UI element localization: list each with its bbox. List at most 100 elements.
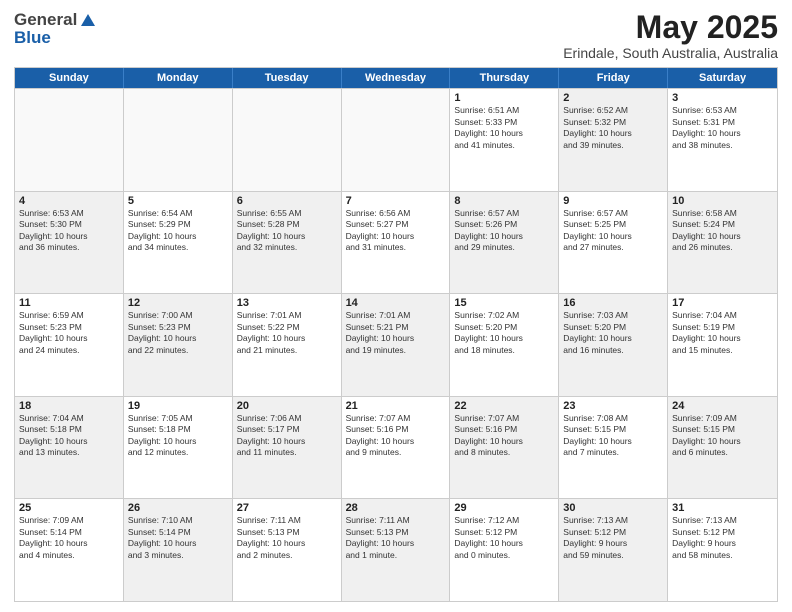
day-info: Sunrise: 6:53 AM Sunset: 5:30 PM Dayligh… [19, 208, 119, 254]
day-number: 16 [563, 297, 663, 309]
day-number: 20 [237, 400, 337, 412]
day-number: 2 [563, 92, 663, 104]
day-number: 23 [563, 400, 663, 412]
day-info: Sunrise: 7:10 AM Sunset: 5:14 PM Dayligh… [128, 515, 228, 561]
day-number: 12 [128, 297, 228, 309]
day-number: 14 [346, 297, 446, 309]
day-cell: 5Sunrise: 6:54 AM Sunset: 5:29 PM Daylig… [124, 192, 233, 294]
day-number: 21 [346, 400, 446, 412]
month-title: May 2025 [563, 10, 778, 45]
day-number: 28 [346, 502, 446, 514]
header: General Blue May 2025 Erindale, South Au… [14, 10, 778, 61]
day-info: Sunrise: 7:04 AM Sunset: 5:19 PM Dayligh… [672, 310, 773, 356]
day-info: Sunrise: 7:07 AM Sunset: 5:16 PM Dayligh… [346, 413, 446, 459]
day-number: 3 [672, 92, 773, 104]
day-number: 7 [346, 195, 446, 207]
day-info: Sunrise: 7:01 AM Sunset: 5:21 PM Dayligh… [346, 310, 446, 356]
week-row-5: 25Sunrise: 7:09 AM Sunset: 5:14 PM Dayli… [15, 498, 777, 601]
day-cell: 21Sunrise: 7:07 AM Sunset: 5:16 PM Dayli… [342, 397, 451, 499]
day-info: Sunrise: 7:03 AM Sunset: 5:20 PM Dayligh… [563, 310, 663, 356]
day-number: 8 [454, 195, 554, 207]
day-number: 10 [672, 195, 773, 207]
day-info: Sunrise: 6:52 AM Sunset: 5:32 PM Dayligh… [563, 105, 663, 151]
day-cell: 18Sunrise: 7:04 AM Sunset: 5:18 PM Dayli… [15, 397, 124, 499]
day-cell: 17Sunrise: 7:04 AM Sunset: 5:19 PM Dayli… [668, 294, 777, 396]
day-number: 17 [672, 297, 773, 309]
day-info: Sunrise: 6:59 AM Sunset: 5:23 PM Dayligh… [19, 310, 119, 356]
day-cell: 15Sunrise: 7:02 AM Sunset: 5:20 PM Dayli… [450, 294, 559, 396]
day-cell: 2Sunrise: 6:52 AM Sunset: 5:32 PM Daylig… [559, 89, 668, 191]
day-info: Sunrise: 6:57 AM Sunset: 5:26 PM Dayligh… [454, 208, 554, 254]
day-number: 29 [454, 502, 554, 514]
day-cell: 13Sunrise: 7:01 AM Sunset: 5:22 PM Dayli… [233, 294, 342, 396]
day-cell: 12Sunrise: 7:00 AM Sunset: 5:23 PM Dayli… [124, 294, 233, 396]
logo: General Blue [14, 10, 97, 48]
day-header-sunday: Sunday [15, 68, 124, 88]
day-info: Sunrise: 7:13 AM Sunset: 5:12 PM Dayligh… [672, 515, 773, 561]
day-cell: 6Sunrise: 6:55 AM Sunset: 5:28 PM Daylig… [233, 192, 342, 294]
day-info: Sunrise: 6:53 AM Sunset: 5:31 PM Dayligh… [672, 105, 773, 151]
day-number: 31 [672, 502, 773, 514]
logo-general-text: General [14, 10, 77, 30]
subtitle: Erindale, South Australia, Australia [563, 45, 778, 61]
page: General Blue May 2025 Erindale, South Au… [0, 0, 792, 612]
logo-icon [79, 12, 97, 30]
calendar: SundayMondayTuesdayWednesdayThursdayFrid… [14, 67, 778, 602]
day-header-friday: Friday [559, 68, 668, 88]
day-cell: 8Sunrise: 6:57 AM Sunset: 5:26 PM Daylig… [450, 192, 559, 294]
day-number: 11 [19, 297, 119, 309]
day-info: Sunrise: 7:11 AM Sunset: 5:13 PM Dayligh… [346, 515, 446, 561]
day-info: Sunrise: 7:07 AM Sunset: 5:16 PM Dayligh… [454, 413, 554, 459]
day-cell: 10Sunrise: 6:58 AM Sunset: 5:24 PM Dayli… [668, 192, 777, 294]
day-number: 27 [237, 502, 337, 514]
day-info: Sunrise: 6:57 AM Sunset: 5:25 PM Dayligh… [563, 208, 663, 254]
day-cell: 14Sunrise: 7:01 AM Sunset: 5:21 PM Dayli… [342, 294, 451, 396]
day-info: Sunrise: 6:58 AM Sunset: 5:24 PM Dayligh… [672, 208, 773, 254]
day-info: Sunrise: 7:09 AM Sunset: 5:14 PM Dayligh… [19, 515, 119, 561]
day-info: Sunrise: 7:02 AM Sunset: 5:20 PM Dayligh… [454, 310, 554, 356]
day-cell: 19Sunrise: 7:05 AM Sunset: 5:18 PM Dayli… [124, 397, 233, 499]
day-cell: 3Sunrise: 6:53 AM Sunset: 5:31 PM Daylig… [668, 89, 777, 191]
day-number: 19 [128, 400, 228, 412]
day-number: 13 [237, 297, 337, 309]
day-info: Sunrise: 7:01 AM Sunset: 5:22 PM Dayligh… [237, 310, 337, 356]
day-info: Sunrise: 7:08 AM Sunset: 5:15 PM Dayligh… [563, 413, 663, 459]
day-number: 30 [563, 502, 663, 514]
day-header-tuesday: Tuesday [233, 68, 342, 88]
day-cell: 27Sunrise: 7:11 AM Sunset: 5:13 PM Dayli… [233, 499, 342, 601]
logo-blue-text: Blue [14, 28, 51, 48]
day-number: 15 [454, 297, 554, 309]
day-cell: 26Sunrise: 7:10 AM Sunset: 5:14 PM Dayli… [124, 499, 233, 601]
day-cell: 31Sunrise: 7:13 AM Sunset: 5:12 PM Dayli… [668, 499, 777, 601]
day-header-monday: Monday [124, 68, 233, 88]
week-row-3: 11Sunrise: 6:59 AM Sunset: 5:23 PM Dayli… [15, 293, 777, 396]
day-cell: 7Sunrise: 6:56 AM Sunset: 5:27 PM Daylig… [342, 192, 451, 294]
day-info: Sunrise: 6:56 AM Sunset: 5:27 PM Dayligh… [346, 208, 446, 254]
day-number: 5 [128, 195, 228, 207]
day-cell [342, 89, 451, 191]
day-cell [15, 89, 124, 191]
week-row-4: 18Sunrise: 7:04 AM Sunset: 5:18 PM Dayli… [15, 396, 777, 499]
day-number: 1 [454, 92, 554, 104]
day-cell: 25Sunrise: 7:09 AM Sunset: 5:14 PM Dayli… [15, 499, 124, 601]
day-info: Sunrise: 6:51 AM Sunset: 5:33 PM Dayligh… [454, 105, 554, 151]
title-block: May 2025 Erindale, South Australia, Aust… [563, 10, 778, 61]
day-info: Sunrise: 7:05 AM Sunset: 5:18 PM Dayligh… [128, 413, 228, 459]
day-cell: 1Sunrise: 6:51 AM Sunset: 5:33 PM Daylig… [450, 89, 559, 191]
day-info: Sunrise: 7:00 AM Sunset: 5:23 PM Dayligh… [128, 310, 228, 356]
day-cell: 9Sunrise: 6:57 AM Sunset: 5:25 PM Daylig… [559, 192, 668, 294]
day-info: Sunrise: 6:54 AM Sunset: 5:29 PM Dayligh… [128, 208, 228, 254]
day-info: Sunrise: 7:06 AM Sunset: 5:17 PM Dayligh… [237, 413, 337, 459]
day-header-saturday: Saturday [668, 68, 777, 88]
day-headers-row: SundayMondayTuesdayWednesdayThursdayFrid… [15, 68, 777, 88]
day-cell: 20Sunrise: 7:06 AM Sunset: 5:17 PM Dayli… [233, 397, 342, 499]
day-cell: 28Sunrise: 7:11 AM Sunset: 5:13 PM Dayli… [342, 499, 451, 601]
day-number: 9 [563, 195, 663, 207]
day-header-thursday: Thursday [450, 68, 559, 88]
day-cell: 4Sunrise: 6:53 AM Sunset: 5:30 PM Daylig… [15, 192, 124, 294]
day-number: 26 [128, 502, 228, 514]
day-cell: 23Sunrise: 7:08 AM Sunset: 5:15 PM Dayli… [559, 397, 668, 499]
day-number: 6 [237, 195, 337, 207]
day-number: 25 [19, 502, 119, 514]
day-number: 22 [454, 400, 554, 412]
